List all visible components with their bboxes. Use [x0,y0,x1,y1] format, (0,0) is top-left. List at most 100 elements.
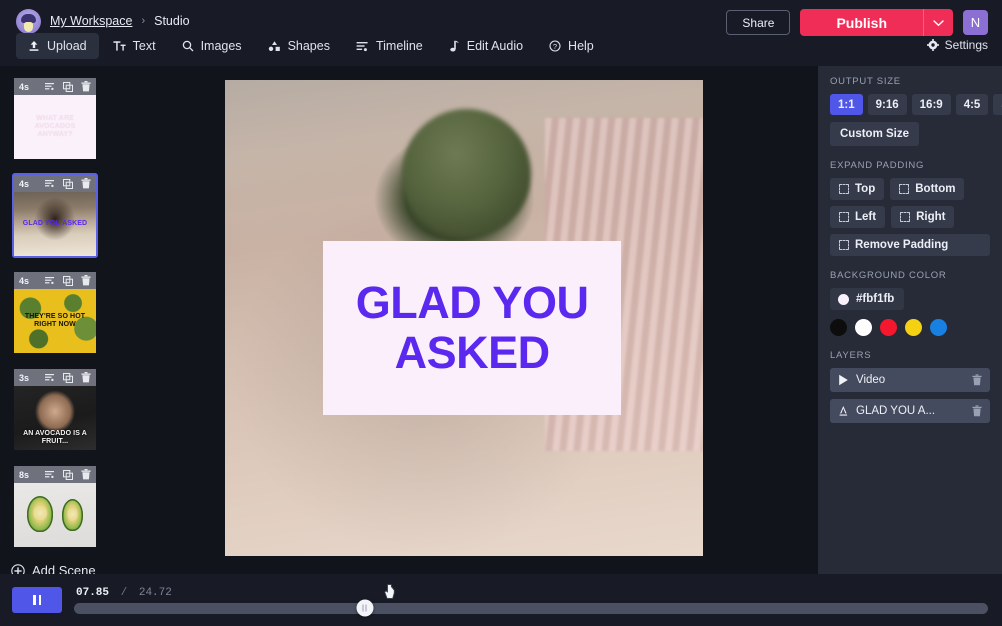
scene-thumbnail-text-2: GLAD YOU ASKED [20,220,90,228]
scene-delete-icon-1[interactable] [78,80,93,94]
scene-delete-icon-2[interactable] [78,177,93,191]
scene-delete-icon-5[interactable] [78,468,93,482]
tool-edit-audio[interactable]: Edit Audio [437,33,535,59]
text-layer-icon [838,405,849,417]
time-separator: / [121,587,128,599]
padding-row-top-bottom: Top Bottom [830,178,990,200]
swatch-blue[interactable] [930,319,947,336]
scene-thumbnail-text-3: THEY'RE SO HOT RIGHT NOW [14,313,96,329]
custom-size-button[interactable]: Custom Size [830,122,919,146]
play-icon [838,374,849,386]
swatch-red[interactable] [880,319,897,336]
timeline-scrubber-handle[interactable] [356,600,373,617]
tool-text[interactable]: Text [101,33,168,59]
background-color-value-chip[interactable]: #fbf1fb [830,288,904,310]
output-size-options: 1:1 9:16 16:9 4:5 5:4 [830,94,990,115]
tool-edit-audio-label: Edit Audio [467,39,523,53]
padding-top-button[interactable]: Top [830,178,884,200]
settings-button[interactable]: Settings [927,38,988,52]
scene-thumbnail-1: WHAT ARE AVOCADOS ANYWAY? [14,95,96,159]
user-avatar[interactable]: N [963,10,988,35]
tool-timeline[interactable]: Timeline [344,33,435,59]
scene-thumbnail-3: THEY'RE SO HOT RIGHT NOW [14,289,96,353]
padding-top-label: Top [855,183,875,195]
dashed-box-icon [839,240,849,250]
tool-images-label: Images [201,39,242,53]
scene-item-5[interactable]: 8s [12,464,98,549]
publish-dropdown-button[interactable] [923,9,953,36]
avocado-half-icon-left [27,496,53,532]
scene-settings-icon-3[interactable] [42,274,57,288]
properties-panel: Output Size 1:1 9:16 16:9 4:5 5:4 Custom… [818,66,1002,574]
help-circle-icon: ? [549,40,561,52]
ratio-button-9-16[interactable]: 9:16 [868,94,907,115]
publish-button[interactable]: Publish [800,9,923,36]
scene-item-2[interactable]: 4s GLAD YOU ASKED [12,173,98,258]
scene-duration-3: 4s [17,276,29,286]
scene-delete-icon-3[interactable] [78,274,93,288]
scene-settings-icon-1[interactable] [42,80,57,94]
layer-item-video[interactable]: Video [830,368,990,392]
scene-toolbar-1: 4s [14,78,96,95]
scene-item-4[interactable]: 3s AN AVOCADO IS A FRUIT... [12,367,98,452]
scene-settings-icon-2[interactable] [42,177,57,191]
scene-delete-icon-4[interactable] [78,371,93,385]
breadcrumb-current-page: Studio [154,14,189,28]
scene-duplicate-icon-4[interactable] [60,371,75,385]
scene-thumbnail-text-4: AN AVOCADO IS A FRUIT... [14,430,96,446]
color-preview-dot [838,294,849,305]
timeline-track[interactable] [74,603,988,614]
ratio-button-4-5[interactable]: 4:5 [956,94,989,115]
scene-duplicate-icon-3[interactable] [60,274,75,288]
avocado-half-icon-right [62,499,83,531]
text-overlay-card[interactable]: GLAD YOU ASKED [323,241,620,415]
scene-duplicate-icon-2[interactable] [60,177,75,191]
ratio-button-1-1[interactable]: 1:1 [830,94,863,115]
tool-text-label: Text [133,39,156,53]
padding-bottom-button[interactable]: Bottom [890,178,964,200]
tool-help[interactable]: ? Help [537,33,606,59]
output-size-title: Output Size [830,76,990,87]
overlay-text-line-1: GLAD YOU [356,278,589,328]
scene-settings-icon-5[interactable] [42,468,57,482]
tool-images[interactable]: Images [170,33,254,59]
remove-padding-button[interactable]: Remove Padding [830,234,990,256]
dashed-box-icon [839,184,849,194]
search-icon [182,40,194,52]
workspace-link[interactable]: My Workspace [50,14,132,28]
add-scene-button[interactable]: Add Scene [0,563,96,574]
dashed-box-icon [900,212,910,222]
svg-text:?: ? [553,42,557,51]
video-preview-canvas[interactable]: GLAD YOU ASKED [225,80,703,556]
delete-layer-icon[interactable] [972,405,982,417]
scene-duration-2: 4s [17,179,29,189]
padding-right-button[interactable]: Right [891,206,954,228]
scene-item-3[interactable]: 4s THEY'RE SO HOT RIGHT NOW [12,270,98,355]
scene-duplicate-icon-5[interactable] [60,468,75,482]
music-note-icon [449,40,460,52]
layer-item-text[interactable]: GLAD YOU A... [830,399,990,423]
remove-padding-label: Remove Padding [855,239,948,251]
tool-shapes[interactable]: Shapes [256,33,342,59]
dashed-box-icon [839,212,849,222]
swatch-black[interactable] [830,319,847,336]
share-button[interactable]: Share [726,10,790,35]
total-time: 24.72 [139,587,172,599]
ratio-button-16-9[interactable]: 16:9 [912,94,951,115]
swatch-yellow[interactable] [905,319,922,336]
scene-settings-icon-4[interactable] [42,371,57,385]
padding-right-label: Right [916,211,945,223]
delete-layer-icon[interactable] [972,374,982,386]
scene-duration-1: 4s [17,82,29,92]
swatch-white[interactable] [855,319,872,336]
playback-bar: 07.85 / 24.72 [0,574,1002,626]
tool-upload[interactable]: Upload [16,33,99,59]
shapes-icon [268,40,281,52]
padding-bottom-label: Bottom [915,183,955,195]
scene-duplicate-icon-1[interactable] [60,80,75,94]
ratio-button-5-4[interactable]: 5:4 [993,94,1002,115]
color-swatch-row [830,319,990,336]
pause-button[interactable] [12,587,62,613]
scene-item-1[interactable]: 4s WHAT ARE AVOCADOS ANYWAY? [12,76,98,161]
padding-left-button[interactable]: Left [830,206,885,228]
